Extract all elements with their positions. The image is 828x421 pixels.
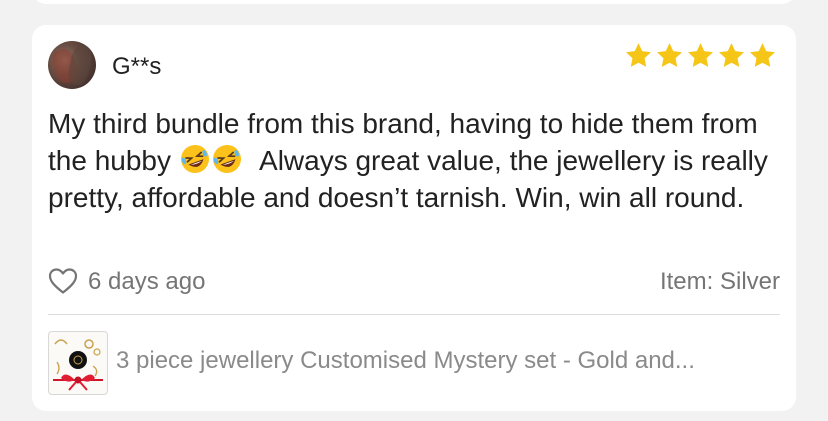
- avatar: [48, 41, 96, 89]
- star-icon: [626, 43, 651, 67]
- star-icon: [688, 43, 713, 67]
- previous-review-card-edge: [32, 0, 796, 4]
- emoji-group: [179, 145, 243, 176]
- star-icon: [657, 43, 682, 67]
- laughing-emoji-icon: [212, 145, 241, 173]
- star-icon: [750, 43, 775, 67]
- product-title[interactable]: 3 piece jewellery Customised Mystery set…: [116, 347, 695, 375]
- laughing-emoji-icon: [180, 145, 209, 173]
- product-link[interactable]: 3 piece jewellery Customised Mystery set…: [48, 331, 780, 397]
- reviewer-name: G**s: [112, 53, 162, 80]
- star-icon: [719, 43, 744, 67]
- product-thumbnail[interactable]: [48, 331, 108, 395]
- review-text: My third bundle from this brand, having …: [48, 105, 788, 216]
- review-card: G**s My third bundle from this brand, ha…: [32, 25, 796, 411]
- star-rating: [624, 41, 777, 70]
- review-meta: 6 days ago Item: Silver: [48, 265, 780, 299]
- jewellery-set-image: [53, 339, 103, 391]
- review-date: 6 days ago: [88, 268, 206, 295]
- divider: [48, 314, 780, 315]
- heart-icon[interactable]: [48, 267, 78, 295]
- item-variant: Item: Silver: [659, 268, 780, 295]
